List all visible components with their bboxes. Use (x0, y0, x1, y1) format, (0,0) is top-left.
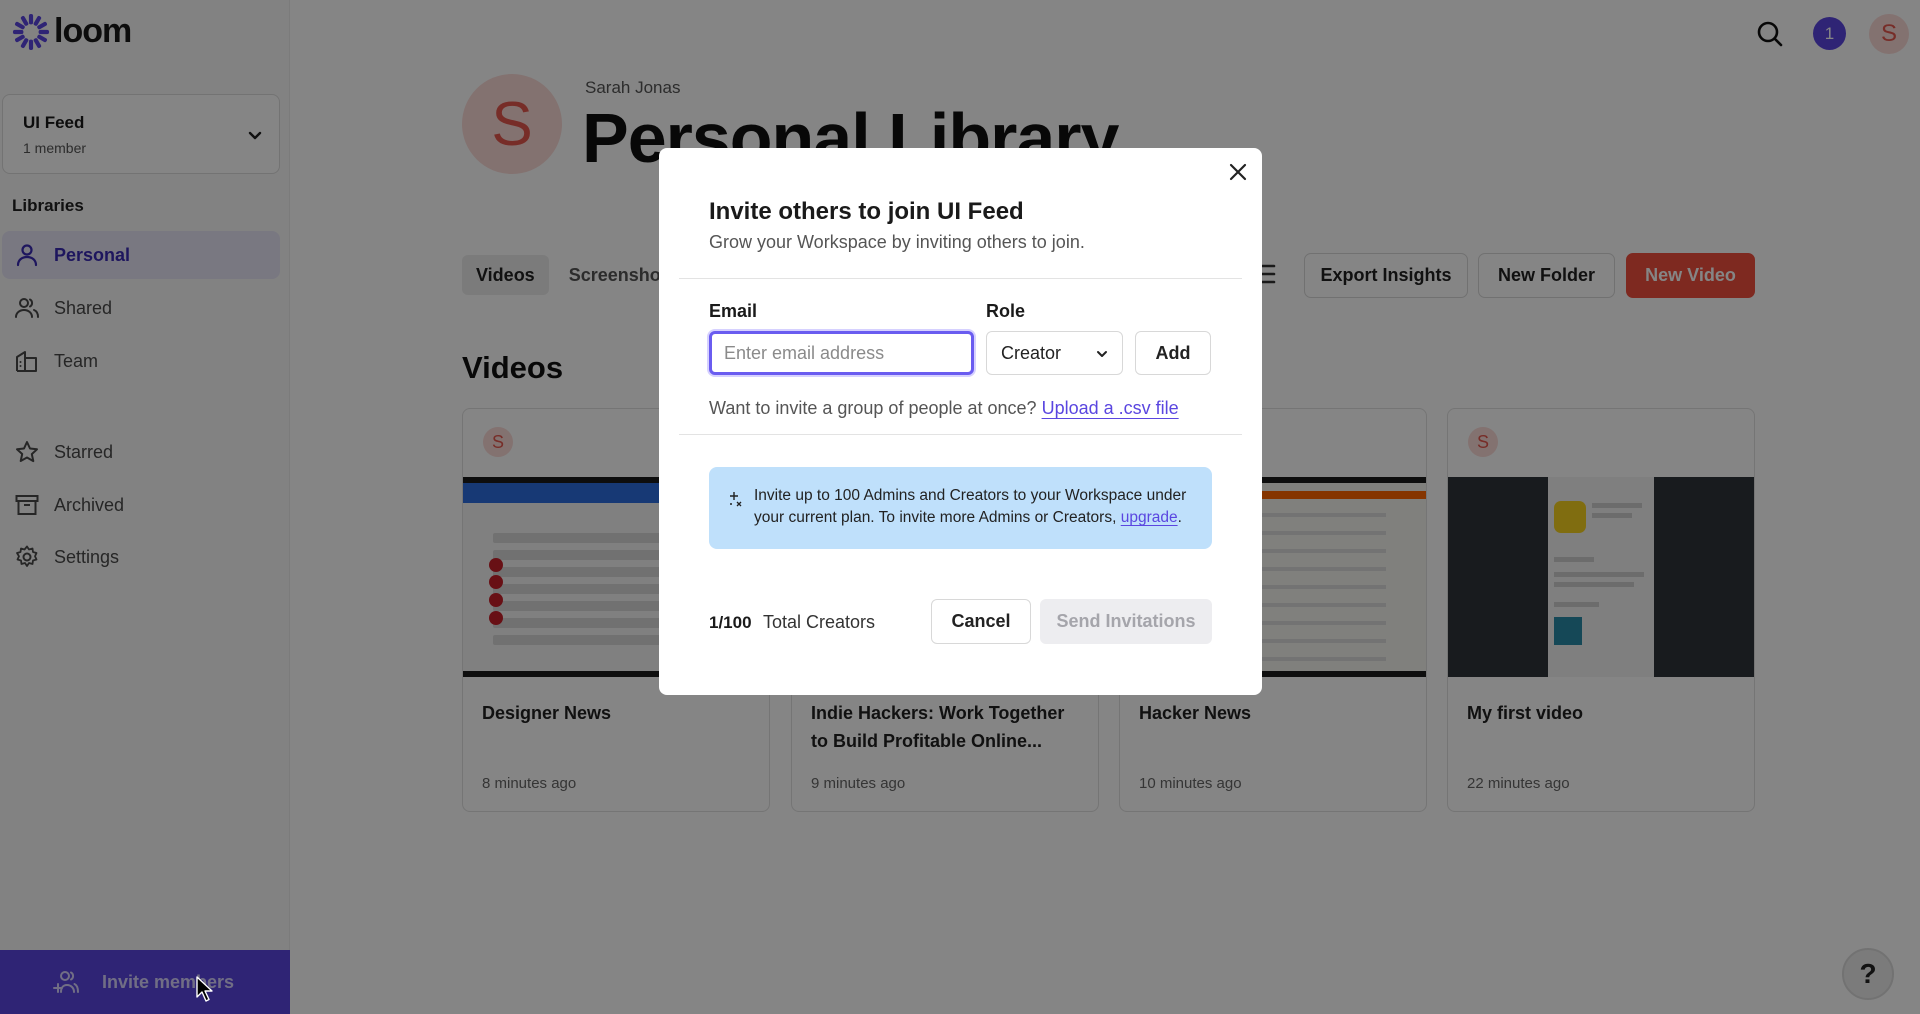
close-icon (1229, 163, 1247, 181)
upgrade-link[interactable]: upgrade (1121, 509, 1178, 526)
sparkle-icon (730, 492, 742, 507)
plan-info-banner: Invite up to 100 Admins and Creators to … (709, 467, 1212, 549)
send-invitations-button[interactable]: Send Invitations (1040, 599, 1212, 644)
email-label: Email (709, 301, 758, 321)
cancel-button[interactable]: Cancel (931, 599, 1031, 644)
creator-count: 1/100 (709, 613, 752, 632)
email-input[interactable] (709, 331, 974, 375)
help-button[interactable]: ? (1842, 948, 1894, 1000)
add-button[interactable]: Add (1135, 331, 1211, 375)
dialog-subtitle: Grow your Workspace by inviting others t… (709, 232, 1085, 252)
mouse-cursor-icon (196, 976, 213, 1002)
close-button[interactable] (1224, 158, 1252, 186)
csv-prompt-text: Want to invite a group of people at once… (709, 398, 1037, 418)
chevron-down-icon (1097, 351, 1107, 357)
role-label: Role (986, 301, 1026, 321)
csv-prompt: Want to invite a group of people at once… (709, 398, 1179, 419)
role-value: Creator (1001, 342, 1062, 363)
dialog-title: Invite others to join UI Feed (709, 198, 1024, 225)
divider (679, 278, 1242, 279)
plan-info-end: . (1177, 509, 1182, 526)
invite-dialog: Invite others to join UI Feed Grow your … (659, 148, 1262, 695)
upload-csv-link[interactable]: Upload a .csv file (1042, 398, 1179, 418)
role-select[interactable]: Creator (986, 331, 1123, 375)
creator-count-label: Total Creators (763, 612, 876, 632)
divider (679, 434, 1242, 435)
